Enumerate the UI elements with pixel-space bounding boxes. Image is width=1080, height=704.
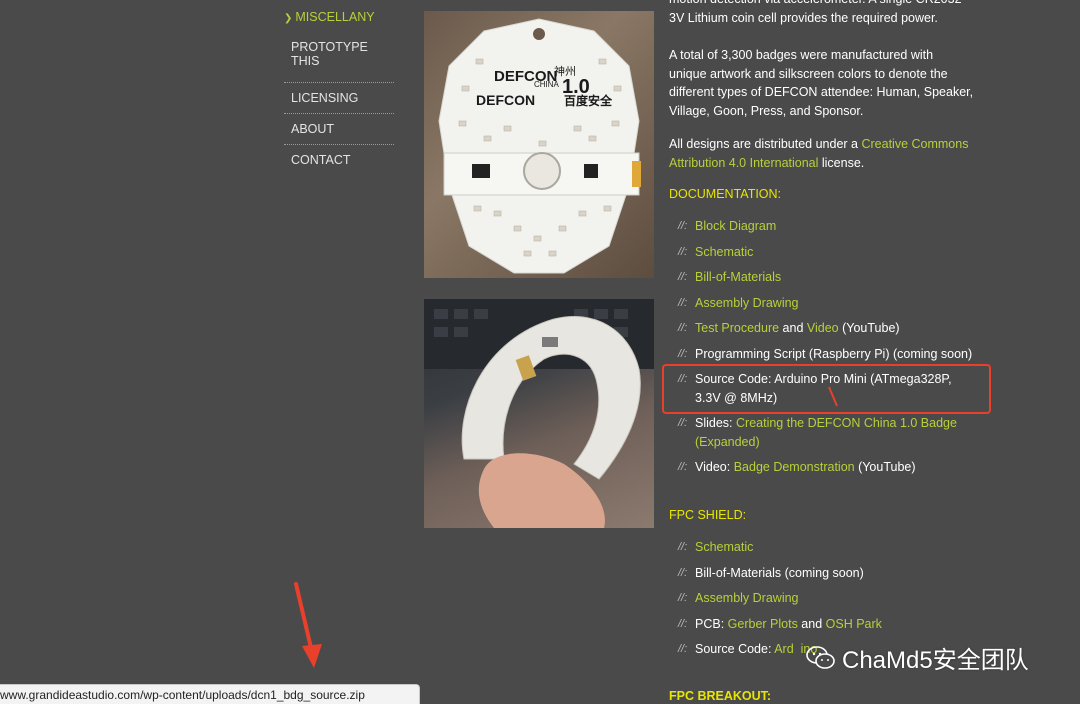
- bullet-glyph: //:: [678, 417, 688, 429]
- list-item: //: Schematic: [669, 538, 979, 557]
- bullet-glyph: //:: [678, 461, 688, 473]
- and-text: and: [797, 616, 826, 631]
- license-text: All designs are distributed under a: [669, 137, 862, 151]
- fpc-schematic-link[interactable]: Schematic: [695, 540, 753, 554]
- list-item: //: Bill-of-Materials (coming soon): [669, 564, 979, 583]
- badge-demonstration-link[interactable]: Badge Demonstration: [734, 460, 855, 474]
- badge-front-illustration: DEFCON 神州 1.0 CHINA DEFCON 百度安全: [438, 18, 641, 274]
- fpc-bom-text: Bill-of-Materials (coming soon): [695, 565, 864, 580]
- bullet-glyph: //:: [678, 271, 688, 283]
- list-item: //: Assembly Drawing: [669, 589, 979, 608]
- sidebar-item-about[interactable]: ABOUT: [284, 122, 394, 136]
- sidebar-item-label: MISCELLANY: [295, 10, 375, 24]
- fpc-breakout-heading: FPC BREAKOUT:: [669, 689, 772, 703]
- bullet-glyph: //:: [678, 347, 688, 360]
- bullet-glyph: //:: [678, 296, 688, 309]
- source-code-label: Source Code:: [695, 642, 775, 656]
- badge-text-china: CHINA: [534, 80, 560, 89]
- chevron-right-icon: ❯: [284, 13, 293, 24]
- documentation-list: //: Block Diagram //: Schematic //: Bill-of…: [669, 217, 979, 484]
- bullet-glyph: //:: [678, 617, 688, 630]
- list-item: //: Schematic: [669, 243, 979, 262]
- bullet-glyph: //:: [678, 566, 688, 579]
- sidebar-item-contact[interactable]: CONTACT: [284, 153, 394, 167]
- pcb-label: PCB:: [695, 616, 728, 631]
- list-item: //: Test Procedure and Video (YouTube): [669, 319, 979, 338]
- bullet-glyph: //:: [678, 245, 688, 258]
- osh-park-link[interactable]: OSH Park: [826, 617, 882, 631]
- video-link[interactable]: Video: [807, 321, 839, 335]
- fpc-shield-heading: FPC SHIELD:: [669, 508, 747, 522]
- youtube-text: (YouTube): [838, 321, 900, 335]
- divider: ABOUT: [284, 113, 394, 136]
- assembly-drawing-link[interactable]: Assembly Drawing: [695, 296, 799, 310]
- bullet-glyph: //:: [678, 592, 688, 604]
- small-arrow-annotation-icon: [828, 386, 838, 407]
- youtube-text: (YouTube): [854, 460, 916, 474]
- documentation-heading: DOCUMENTATION:: [669, 187, 782, 201]
- badge-flex-illustration: [424, 299, 654, 528]
- bullet-glyph: //:: [678, 541, 688, 553]
- programming-script-text: Programming Script (Raspberry Pi) (comin…: [695, 346, 973, 361]
- sidebar-item-miscellany[interactable]: ❯ MISCELLANY: [284, 10, 394, 26]
- badge-flex-photo[interactable]: [424, 299, 654, 528]
- video-label: Video:: [695, 460, 734, 474]
- status-bar-url: www.grandideastudio.com/wp-content/uploa…: [0, 684, 420, 704]
- wechat-icon: [806, 645, 835, 669]
- fpc-source-link-text: Ard: [774, 642, 794, 656]
- license-text-tail: license.: [818, 155, 865, 170]
- intro-paragraph-2: A total of 3,300 badges were manufacture…: [669, 48, 974, 118]
- divider: CONTACT: [284, 144, 394, 167]
- badge-text-baidu: 百度安全: [564, 93, 613, 108]
- list-item: //: Assembly Drawing: [669, 294, 979, 313]
- divider: LICENSING: [284, 82, 394, 105]
- badge-text-defcon-logo: DEFCON: [476, 92, 535, 108]
- badge-front-photo[interactable]: DEFCON 神州 1.0 CHINA DEFCON 百度安全: [424, 11, 654, 278]
- arrow-annotation-icon: [294, 582, 322, 668]
- intro-paragraph-1: motion detection via accelerometer. A si…: [669, 0, 962, 25]
- sidebar-nav: ❯ MISCELLANY PROTOTYPE THIS LICENSING ABO…: [284, 10, 394, 175]
- sidebar-item-prototype-this[interactable]: PROTOTYPE THIS: [284, 40, 371, 68]
- watermark: ChaMd5安全团队: [806, 640, 1029, 675]
- bullet-glyph: //:: [678, 322, 688, 334]
- intro-paragraph-3: All designs are distributed under a Crea…: [669, 135, 974, 172]
- list-item: //: Slides: Creating the DEFCON China 1.0…: [669, 414, 979, 451]
- list-item: //: Block Diagram: [669, 217, 979, 236]
- test-procedure-link[interactable]: Test Procedure: [695, 321, 779, 335]
- bullet-glyph: //:: [678, 643, 688, 655]
- list-item: //: Video: Badge Demonstration (YouTube): [669, 458, 979, 477]
- bullet-glyph: //:: [678, 220, 688, 232]
- slides-label: Slides:: [695, 416, 736, 430]
- fpc-assembly-link[interactable]: Assembly Drawing: [695, 591, 799, 605]
- schematic-link[interactable]: Schematic: [695, 245, 753, 259]
- list-item: //: PCB: Gerber Plots and OSH Park: [669, 615, 979, 634]
- fpc-source-link-hidden: u: [793, 642, 801, 656]
- watermark-text: ChaMd5安全团队: [842, 647, 1029, 674]
- bom-link[interactable]: Bill-of-Materials: [695, 270, 781, 284]
- sidebar-item-licensing[interactable]: LICENSING: [284, 91, 394, 105]
- list-item: //: Bill-of-Materials: [669, 268, 979, 287]
- list-item: //: Programming Script (Raspberry Pi) (co…: [669, 345, 979, 364]
- and-text: and: [779, 321, 807, 335]
- block-diagram-link[interactable]: Block Diagram: [695, 219, 776, 233]
- gerber-plots-link[interactable]: Gerber Plots: [728, 617, 798, 631]
